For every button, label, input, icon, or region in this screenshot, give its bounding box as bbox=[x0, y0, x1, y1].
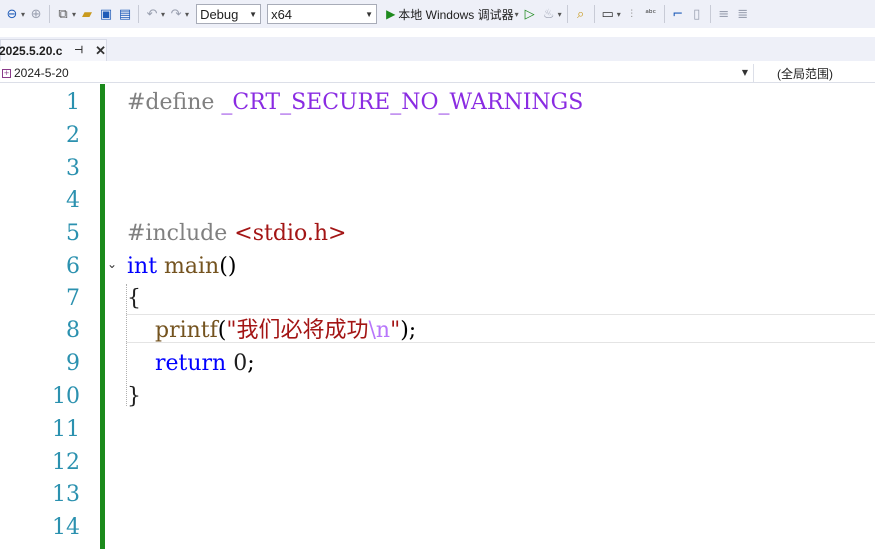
back-icon[interactable]: ⊖ bbox=[4, 4, 20, 24]
line-number: 12 bbox=[52, 450, 80, 475]
forward-icon[interactable]: ⊕ bbox=[28, 4, 44, 24]
line-number: 10 bbox=[52, 384, 80, 409]
code-line: int main() bbox=[127, 250, 236, 283]
comment-icon[interactable]: ≡ bbox=[716, 4, 732, 24]
close-paren: ); bbox=[400, 318, 417, 343]
toolbar-separator bbox=[663, 5, 665, 23]
line-number: 1 bbox=[66, 90, 80, 115]
line-number: 9 bbox=[66, 351, 80, 376]
toolbar-overflow-icon[interactable]: ⋮ bbox=[624, 4, 640, 24]
code-line: #include <stdio.h> bbox=[127, 217, 346, 250]
preprocessor-directive: #define bbox=[127, 90, 215, 115]
configuration-value: Debug bbox=[200, 6, 239, 22]
line-number: 3 bbox=[66, 156, 80, 181]
uncomment-icon[interactable]: ≣ bbox=[735, 4, 751, 24]
function-name: printf bbox=[154, 318, 218, 343]
window-layout-icon[interactable]: ▭ bbox=[600, 4, 616, 24]
line-number: 7 bbox=[66, 286, 80, 311]
close-icon[interactable]: ✕ bbox=[95, 43, 106, 59]
spell-check-icon[interactable]: ᵃᵇᶜ bbox=[643, 4, 659, 24]
code-line: #define _CRT_SECURE_NO_WARNINGS bbox=[127, 86, 583, 119]
macro-name: _CRT_SECURE_NO_WARNINGS bbox=[221, 90, 584, 115]
new-project-icon[interactable]: ⧉ bbox=[55, 4, 71, 24]
hot-reload-icon[interactable]: ♨ bbox=[541, 4, 557, 24]
bookmark-icon[interactable]: ▯ bbox=[689, 4, 705, 24]
back-dropdown-icon[interactable]: ▾ bbox=[21, 10, 25, 19]
line-number: 5 bbox=[66, 221, 80, 246]
project-name: 2024-5-20 bbox=[14, 66, 69, 80]
new-project-dropdown-icon[interactable]: ▾ bbox=[72, 10, 76, 19]
keyword: return bbox=[154, 351, 227, 376]
hot-reload-dropdown-icon[interactable]: ▾ bbox=[558, 10, 562, 19]
chevron-down-icon: ▼ bbox=[741, 68, 748, 77]
project-icon: + bbox=[2, 68, 11, 78]
open-folder-icon[interactable]: ▰ bbox=[79, 4, 95, 24]
configuration-select[interactable]: Debug ▼ bbox=[196, 4, 262, 24]
code-line: { bbox=[127, 282, 141, 315]
function-name: main bbox=[164, 254, 220, 279]
line-number: 4 bbox=[66, 188, 80, 213]
pin-icon[interactable]: ⊣ bbox=[74, 45, 83, 56]
preprocessor-directive: #include bbox=[127, 221, 228, 246]
string-literal-end: " bbox=[390, 318, 401, 343]
platform-select[interactable]: x64 ▼ bbox=[267, 4, 378, 24]
line-number: 2 bbox=[66, 123, 80, 148]
escape-sequence: \n bbox=[368, 318, 391, 343]
keyword: int bbox=[127, 254, 158, 279]
line-number: 6 bbox=[66, 254, 80, 279]
start-debugging-icon[interactable]: ▶ bbox=[386, 7, 395, 21]
include-header: <stdio.h> bbox=[234, 221, 347, 246]
platform-value: x64 bbox=[271, 6, 293, 22]
find-in-files-icon[interactable]: ⌕ bbox=[573, 4, 589, 24]
start-debugging-button[interactable]: 本地 Windows 调试器 bbox=[398, 6, 513, 23]
chevron-down-icon: ▼ bbox=[365, 9, 374, 19]
code-line: return 0; bbox=[127, 347, 255, 380]
toolbar-separator bbox=[709, 5, 711, 23]
line-number: 8 bbox=[66, 318, 80, 343]
close-brace: } bbox=[127, 384, 141, 409]
save-icon[interactable]: ▣ bbox=[98, 4, 114, 24]
parens: () bbox=[219, 254, 237, 279]
line-number: 13 bbox=[52, 482, 80, 507]
main-toolbar: ⊖ ▾ ⊕ ⧉ ▾ ▰ ▣ ▤ ↶ ▾ ↷ ▾ Debug ▼ x64 ▼ ▶ … bbox=[0, 0, 875, 28]
toolbar-separator bbox=[593, 5, 595, 23]
string-literal: "我们必将成功 bbox=[226, 318, 369, 343]
undo-dropdown-icon[interactable]: ▾ bbox=[161, 10, 165, 19]
toolbar-separator bbox=[49, 5, 51, 23]
tab-document[interactable]: 2025.5.20.c ⊣ ✕ bbox=[0, 39, 107, 61]
project-dropdown[interactable]: + 2024-5-20 ▼ bbox=[0, 64, 754, 82]
semicolon: ; bbox=[247, 351, 255, 376]
start-debugging-dropdown-icon[interactable]: ▾ bbox=[515, 10, 519, 19]
change-tracking-bar bbox=[100, 84, 105, 549]
code-line: } bbox=[127, 380, 141, 413]
toolbar-separator bbox=[138, 5, 140, 23]
open-brace: { bbox=[127, 286, 141, 311]
code-line: printf("我们必将成功\n"); bbox=[127, 314, 416, 347]
step-icon[interactable]: ⌐ bbox=[670, 4, 686, 24]
navigation-bar: + 2024-5-20 ▼ (全局范围) bbox=[0, 63, 875, 83]
line-number: 11 bbox=[52, 417, 80, 442]
fold-chevron-icon[interactable]: ⌄ bbox=[107, 257, 117, 271]
number-literal: 0 bbox=[233, 351, 248, 376]
scope-dropdown[interactable]: (全局范围) bbox=[777, 65, 833, 82]
code-editor[interactable]: 1 2 3 4 5 6 7 8 9 10 11 12 13 14 ⌄ #defi… bbox=[0, 84, 875, 549]
chevron-down-icon: ▼ bbox=[249, 9, 258, 19]
toolbar-separator bbox=[566, 5, 568, 23]
document-tab-strip: 2025.5.20.c ⊣ ✕ bbox=[0, 37, 875, 61]
line-number: 14 bbox=[52, 515, 80, 540]
redo-icon[interactable]: ↷ bbox=[168, 4, 184, 24]
redo-dropdown-icon[interactable]: ▾ bbox=[185, 10, 189, 19]
undo-icon[interactable]: ↶ bbox=[144, 4, 160, 24]
tab-filename: 2025.5.20.c bbox=[0, 43, 63, 58]
save-all-icon[interactable]: ▤ bbox=[117, 4, 133, 24]
start-without-debugging-icon[interactable]: ▷ bbox=[522, 4, 538, 24]
window-layout-dropdown-icon[interactable]: ▾ bbox=[617, 10, 621, 19]
